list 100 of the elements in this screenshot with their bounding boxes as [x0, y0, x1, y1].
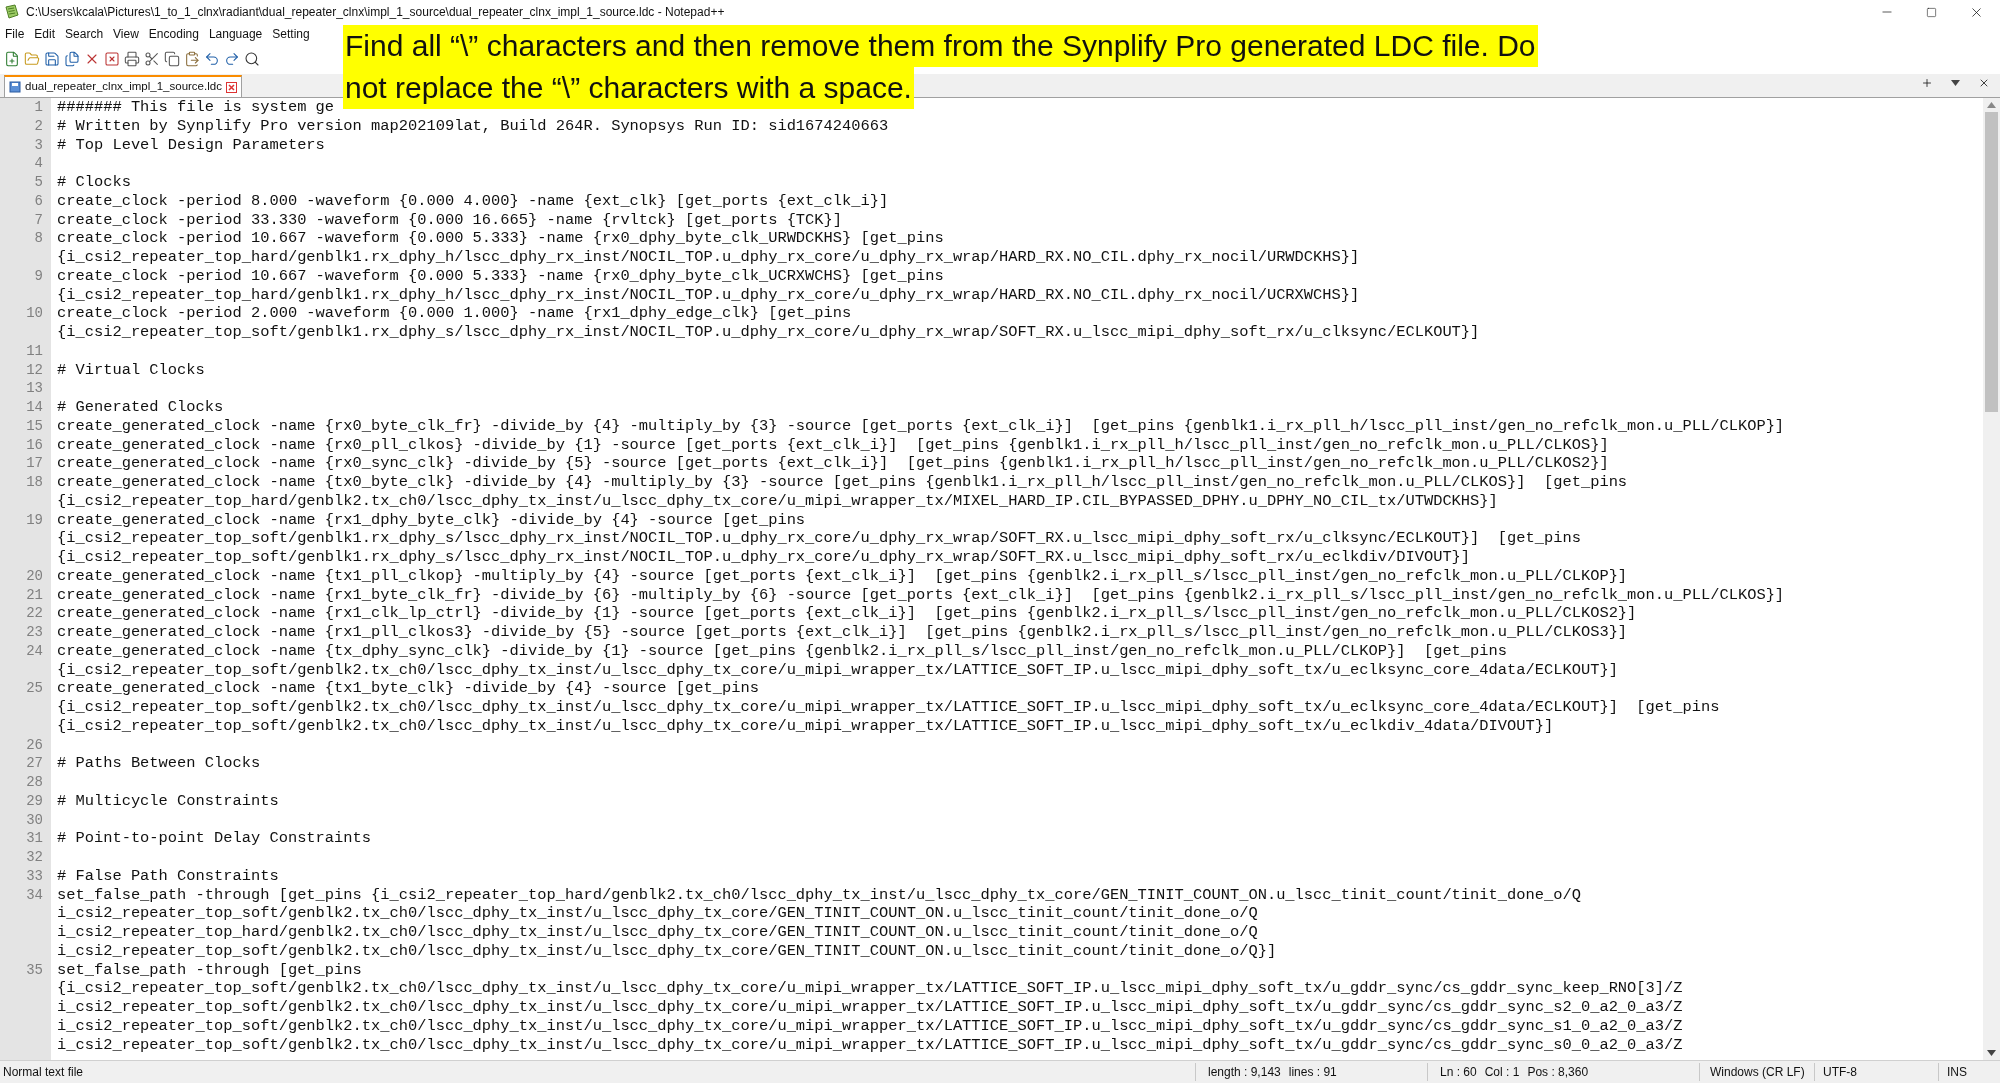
line-number: 11 — [26, 342, 43, 359]
code-line: ####### This file is system ge — [57, 98, 335, 116]
line-number: 32 — [26, 849, 43, 865]
code-line: create_generated_clock -name {rx1_clk_lp_ctrl} -divide_by {1} -source [get_ports {ext_clk_i}] [get_pins {genblk2.i_rx_pll_s/lscc_pll_inst/gen_no_refclk_mon.u_PLL/CLKOS2}] — [57, 604, 1637, 623]
code-line: create_generated_clock -name {rx1_dphy_byte_clk} -divide_by {4} -source [get_pins — [57, 510, 806, 529]
line-number: 25 — [26, 680, 43, 697]
code-line: create_clock -period 8.000 -waveform {0.000 4.000} -name {ext_clk} [get_ports {ext_clk_i}] — [57, 191, 889, 210]
line-number: 31 — [26, 830, 43, 847]
line-number: 30 — [26, 811, 43, 828]
line-number: 8 — [34, 230, 43, 247]
scroll-up-icon[interactable] — [1987, 102, 1996, 108]
menu-item[interactable]: Edit — [29, 25, 61, 43]
scrollbar-thumb[interactable] — [1985, 112, 1998, 412]
code-line: {i_csi2_repeater_top_soft/genblk2.tx_ch0/lscc_dphy_tx_inst/u_lscc_dphy_tx_core/u_mipi_wrapper_tx/LATTICE_SOFT_IP.u_lscc_mipi_dphy_soft_tx/u_eclkdiv_4data/DIVOUT}] — [57, 716, 1554, 735]
line-number: 27 — [26, 755, 43, 772]
line-number: 20 — [26, 567, 43, 584]
window-title: C:\Users\kcala\Pictures\1_to_1_clnx\radiant\dual_repeater_clnx\impl_1_source\dual_repeater_clnx_impl_1_source.ldc - Notepad++ — [26, 4, 725, 21]
char-position: Pos : 8,360 — [1527, 1064, 1589, 1081]
code-line: i_csi2_repeater_top_soft/genblk2.tx_ch0/lscc_dphy_tx_inst/u_lscc_dphy_tx_core/GEN_TINIT_COUNT_ON.u_lscc_tinit_count/tinit_done_o/Q — [57, 904, 1258, 923]
close-icon[interactable] — [1978, 77, 1990, 89]
menu-item[interactable]: Encoding — [143, 25, 204, 43]
length-count: length : 9,143 — [1208, 1064, 1281, 1081]
close-all-icon[interactable] — [104, 51, 120, 67]
new-file-icon[interactable] — [4, 51, 20, 67]
code-line: i_csi2_repeater_top_soft/genblk2.tx_ch0/lscc_dphy_tx_inst/u_lscc_dphy_tx_core/u_mipi_wrapper_tx/LATTICE_SOFT_IP.u_lscc_mipi_dphy_soft_tx/u_gddr_sync/cs_gddr_sync_s2_0_a2_0_a3/Z — [57, 998, 1683, 1016]
code-line: # Generated Clocks — [57, 398, 224, 416]
file-icon — [9, 81, 21, 93]
code-line: {i_csi2_repeater_top_soft/genblk1.rx_dphy_s/lscc_dphy_rx_inst/NOCIL_TOP.u_dphy_rx_core/u_dphy_rx_wrap/SOFT_RX.u_lscc_mipi_dphy_soft_rx/u_eclkdiv/DIVOUT}] — [57, 548, 1471, 566]
line-number: 10 — [26, 305, 43, 322]
line-number: 21 — [26, 586, 43, 603]
copy-icon[interactable] — [164, 51, 180, 67]
code-line: # Clocks — [57, 173, 131, 191]
line-number: 24 — [26, 642, 43, 659]
code-line: {i_csi2_repeater_top_soft/genblk2.tx_ch0/lscc_dphy_tx_inst/u_lscc_dphy_tx_core/u_mipi_wrapper_tx/LATTICE_SOFT_IP.u_lscc_mipi_dphy_soft_tx/u_eclksync_core_4data/ECLKOUT}] [get_pins — [57, 698, 1720, 716]
code-line: create_generated_clock -name {rx0_byte_clk_fr} -divide_by {4} -multiply_by {3} -source [get_ports {ext_clk_i}] [get_pins {genblk1.i_rx_pll_h/lscc_pll_inst/gen_no_refclk_mon.u_PLL/CLKOP}] — [57, 416, 1785, 435]
code-line: # Written by Synplify Pro version map202109lat, Build 264R. Synopsys Run ID: sid1674240663 — [57, 116, 889, 135]
code-line: create_generated_clock -name {tx1_byte_clk} -divide_by {4} -source [get_pins — [57, 679, 759, 698]
code-line: create_generated_clock -name {rx1_pll_clkos3} -divide_by {5} -source [get_ports {ext_clk_i}] [get_pins {genblk2.i_rx_pll_s/lscc_pll_inst/gen_no_refclk_mon.u_PLL/CLKOS3}] — [57, 623, 1628, 641]
code-line: create_generated_clock -name {rx0_pll_clkos} -divide_by {1} -source [get_ports {ext_clk_i}] [get_pins {genblk1.i_rx_pll_h/lscc_pll_inst/gen_no_refclk_mon.u_PLL/CLKOS}] — [57, 435, 1609, 454]
line-number: 12 — [26, 361, 43, 378]
line-number: 5 — [34, 174, 43, 190]
column-position: Col : 1 — [1484, 1064, 1520, 1081]
restore-icon[interactable] — [1926, 6, 1937, 18]
line-position: Ln : 60 — [1440, 1064, 1477, 1081]
menu-item[interactable]: Setting — [267, 25, 315, 43]
find-icon[interactable] — [244, 51, 260, 67]
dropdown-icon[interactable] — [1951, 80, 1960, 86]
line-number: 35 — [26, 961, 43, 978]
code-line: create_clock -period 33.330 -waveform {0.000 16.665} -name {rvltck} [get_ports {TCK}] — [57, 210, 843, 229]
line-number: 3 — [34, 136, 43, 153]
menu-item[interactable]: View — [108, 25, 144, 43]
line-number: 7 — [34, 211, 43, 228]
code-line: set_false_path -through [get_pins — [57, 960, 362, 979]
code-line: i_csi2_repeater_top_soft/genblk2.tx_ch0/lscc_dphy_tx_inst/u_lscc_dphy_tx_core/u_mipi_wrapper_tx/LATTICE_SOFT_IP.u_lscc_mipi_dphy_soft_tx/u_gddr_sync/cs_gddr_sync_s1_0_a2_0_a3/Z — [57, 1016, 1683, 1035]
line-number: 13 — [26, 380, 43, 397]
code-line: create_generated_clock -name {rx1_byte_clk_fr} -divide_by {6} -multiply_by {6} -source [get_ports {ext_clk_i}] [get_pins {genblk2.i_rx_pll_s/lscc_pll_inst/gen_no_refclk_mon.u_PLL/CLKOS}] — [57, 585, 1785, 604]
code-line: create_clock -period 10.667 -waveform {0.000 5.333} -name {rx0_dphy_byte_clk_UCRXWCHS} [get_pins — [57, 266, 944, 285]
code-line: {i_csi2_repeater_top_soft/genblk1.rx_dphy_s/lscc_dphy_rx_inst/NOCIL_TOP.u_dphy_rx_core/u_dphy_rx_wrap/SOFT_RX.u_lscc_mipi_dphy_soft_rx/u_clksync/ECLKOUT}] — [57, 323, 1480, 341]
save-icon[interactable] — [44, 51, 60, 67]
line-number: 4 — [34, 155, 43, 172]
cut-icon[interactable] — [144, 51, 160, 67]
line-number: 16 — [26, 436, 43, 453]
line-number: 2 — [34, 117, 43, 134]
line-number: 6 — [34, 192, 43, 209]
line-number: 33 — [26, 867, 43, 884]
code-line: {i_csi2_repeater_top_soft/genblk2.tx_ch0/lscc_dphy_tx_inst/u_lscc_dphy_tx_core/u_mipi_wrapper_tx/LATTICE_SOFT_IP.u_lscc_mipi_dphy_soft_tx/u_eclksync_core_4data/ECLKOUT}] — [57, 660, 1618, 679]
save-all-icon[interactable] — [64, 51, 80, 67]
code-line: create_clock -period 2.000 -waveform {0.000 1.000} -name {rx1_dphy_edge_clk} [get_pins — [57, 304, 852, 323]
close-tab-icon[interactable] — [225, 81, 237, 93]
annotation-text: Find all “\” characters and then remove them from the Synplify Pro generated LDC file. Do — [343, 25, 1538, 67]
code-line: {i_csi2_repeater_top_hard/genblk1.rx_dphy_h/lscc_dphy_rx_inst/NOCIL_TOP.u_dphy_rx_core/u_dphy_rx_wrap/HARD_RX.NO_CIL.dphy_rx_nocil/URWDCKHS}] — [57, 248, 1360, 266]
redo-icon[interactable] — [224, 51, 240, 67]
code-line: i_csi2_repeater_top_hard/genblk2.tx_ch0/lscc_dphy_tx_inst/u_lscc_dphy_tx_core/GEN_TINIT_COUNT_ON.u_lscc_tinit_count/tinit_done_o/Q — [57, 923, 1258, 941]
app-icon — [4, 4, 20, 20]
menu-item[interactable]: Search — [60, 25, 109, 43]
code-line: # Paths Between Clocks — [57, 754, 261, 773]
insert-mode: INS — [1938, 1063, 1967, 1081]
scroll-down-icon[interactable] — [1987, 1050, 1996, 1056]
vertical-scrollbar[interactable] — [1983, 98, 2000, 1060]
code-line: set_false_path -through [get_pins {i_csi2_repeater_top_hard/genblk2.tx_ch0/lscc_dphy_tx_inst/u_lscc_dphy_tx_core/GEN_TINIT_COUNT_ON.u_lscc_tinit_count/tinit_done_o/Q — [57, 885, 1581, 904]
file-tab[interactable]: dual_repeater_clnx_impl_1_source.ldc — [4, 75, 242, 97]
undo-icon[interactable] — [204, 51, 220, 67]
code-line: create_generated_clock -name {tx_dphy_sync_clk} -divide_by {1} -source [get_pins {genblk2.i_rx_pll_s/lscc_pll_inst/gen_no_refclk_mon.u_PLL/CLKOP}] [get_pins — [57, 641, 1508, 660]
encoding: UTF-8 — [1814, 1063, 1938, 1081]
code-line: # Top Level Design Parameters — [57, 135, 325, 154]
paste-icon[interactable] — [184, 51, 200, 67]
line-number: 9 — [34, 267, 43, 284]
code-line: create_generated_clock -name {rx0_sync_clk} -divide_by {5} -source [get_ports {ext_clk_i}] [get_pins {genblk1.i_rx_pll_h/lscc_pll_inst/gen_no_refclk_mon.u_PLL/CLKOS2}] — [57, 454, 1609, 473]
menu-item[interactable]: Language — [203, 25, 268, 43]
code-line: {i_csi2_repeater_top_soft/genblk1.rx_dphy_s/lscc_dphy_rx_inst/NOCIL_TOP.u_dphy_rx_core/u_dphy_rx_wrap/SOFT_RX.u_lscc_mipi_dphy_soft_rx/u_clksync/ECLKOUT}] [get_pins — [57, 529, 1581, 548]
annotation-text: not replace the “\” characters with a space. — [343, 67, 914, 109]
new-tab-icon[interactable] — [1921, 77, 1933, 89]
code-line: create_clock -period 10.667 -waveform {0.000 5.333} -name {rx0_dphy_byte_clk_URWDCKHS} [get_pins — [57, 229, 944, 248]
line-number: 23 — [26, 624, 43, 640]
menu-item[interactable]: File — [0, 25, 30, 43]
print-icon[interactable] — [124, 51, 140, 67]
line-number: 34 — [26, 886, 43, 903]
line-number: 14 — [26, 399, 43, 415]
line-number: 18 — [26, 474, 43, 490]
code-line: # Point-to-point Delay Constraints — [57, 829, 372, 848]
